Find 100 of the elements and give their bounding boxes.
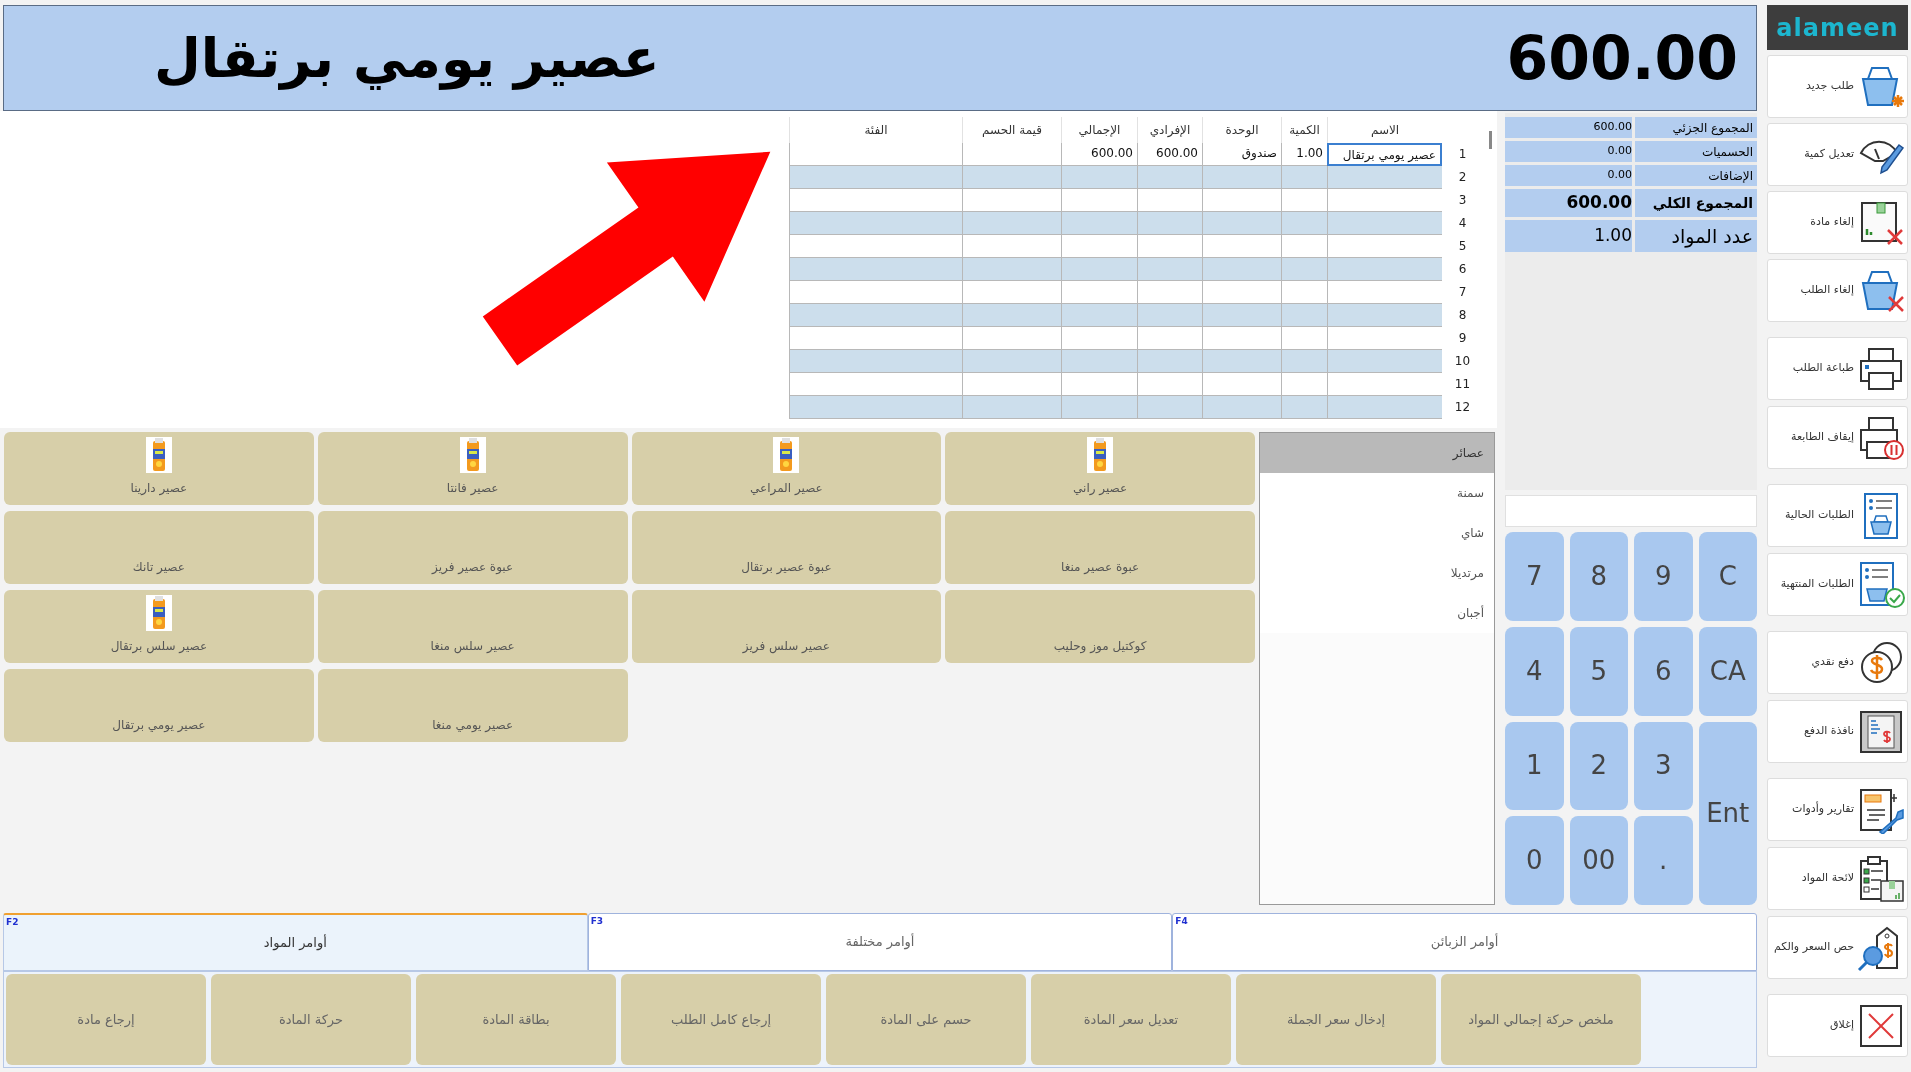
keypad-key[interactable]: 5 <box>1569 626 1628 716</box>
row-number: 12 <box>1453 399 1472 416</box>
keypad-key[interactable]: 00 <box>1569 816 1628 905</box>
sidebar-button[interactable]: إغلاق <box>1767 994 1908 1057</box>
row-number: 2 <box>1457 169 1468 186</box>
product-button[interactable]: عصير سلس برتقال <box>4 590 314 663</box>
product-button[interactable]: عبوة عصير منغا <box>945 511 1255 584</box>
sidebar-button[interactable]: دفع نقدي <box>1767 631 1908 694</box>
category-item[interactable]: أجبان <box>1260 593 1494 633</box>
table-cell <box>1137 373 1202 396</box>
table-cell <box>1281 166 1327 189</box>
product-button[interactable]: كوكتيل موز وحليب <box>945 590 1255 663</box>
sidebar-button[interactable]: طباعة الطلب <box>1767 337 1908 400</box>
keypad-key[interactable]: C <box>1698 532 1757 621</box>
row-number: 8 <box>1457 307 1468 324</box>
row-number: 6 <box>1457 261 1468 278</box>
command-button[interactable]: إرجاع كامل الطلب <box>621 974 821 1065</box>
table-cell: عصير يومي برتقال <box>1327 143 1442 166</box>
table-cell <box>1137 189 1202 212</box>
keypad-key[interactable]: 3 <box>1634 721 1693 811</box>
keypad-key[interactable]: CA <box>1698 626 1757 716</box>
checklist-icon <box>1857 854 1905 903</box>
command-button[interactable]: ملخص حركة إجمالي المواد <box>1441 974 1641 1065</box>
category-item[interactable]: مرتديلا <box>1260 553 1494 593</box>
keypad-key[interactable]: 2 <box>1569 721 1628 811</box>
command-button[interactable]: حسم على المادة <box>826 974 1026 1065</box>
shortcut-key: F3 <box>590 915 604 929</box>
summary-label: عدد المواد <box>1635 220 1757 252</box>
item-name: عصير يومي برتقال <box>154 25 660 92</box>
product-button[interactable]: عصير سلس منغا <box>317 590 628 663</box>
product-button[interactable]: عصير دارينا <box>4 432 314 505</box>
summary-value: 0.00 <box>1505 141 1632 162</box>
category-item[interactable]: شاي <box>1260 513 1494 553</box>
summary-value: 600.00 <box>1505 117 1632 138</box>
row-number: 3 <box>1457 192 1468 209</box>
sidebar-button[interactable]: طلب جديد <box>1767 55 1908 118</box>
shortcut-key: F2 <box>6 916 19 930</box>
product-button[interactable]: عصير يومي برتقال <box>4 669 314 742</box>
product-button[interactable]: عصير فانتا <box>317 432 628 505</box>
command-button[interactable]: تعديل سعر المادة <box>1031 974 1231 1065</box>
command-button[interactable]: بطاقة المادة <box>416 974 616 1065</box>
command-button[interactable]: إدخال سعر الجملة <box>1236 974 1436 1065</box>
table-cell <box>1137 258 1202 281</box>
sidebar-button[interactable]: إيقاف الطابعة <box>1767 406 1908 469</box>
product-button[interactable]: عصير المراعي <box>631 432 942 505</box>
table-cell <box>1281 350 1327 373</box>
table-cell: 600.00 <box>1137 143 1202 166</box>
row-number: 10 <box>1453 353 1472 370</box>
category-item[interactable]: عصائر <box>1260 433 1494 473</box>
product-button[interactable]: عصير يومي منغا <box>317 669 628 742</box>
keypad-key[interactable]: 9 <box>1634 532 1693 621</box>
table-cell <box>1137 235 1202 258</box>
command-button[interactable]: حركة المادة <box>211 974 411 1065</box>
summary-label: المجموع الكلي <box>1635 189 1757 217</box>
sidebar-button[interactable]: إلغاء مادة <box>1767 191 1908 254</box>
sidebar-button[interactable]: تعديل كمية <box>1767 123 1908 186</box>
sidebar-button[interactable]: إلغاء الطلب <box>1767 259 1908 322</box>
table-cell <box>1281 212 1327 235</box>
row-number: 11 <box>1453 376 1472 393</box>
row-number: 1 <box>1457 146 1468 163</box>
table-cell <box>1281 235 1327 258</box>
sidebar-button[interactable]: تقارير وأدوات <box>1767 778 1908 841</box>
keypad-key[interactable]: 0 <box>1505 816 1564 905</box>
table-cell <box>1137 304 1202 327</box>
table-cell <box>1281 304 1327 327</box>
list-check-icon <box>1857 560 1905 609</box>
sidebar-button[interactable]: لائحة المواد <box>1767 847 1908 910</box>
sidebar-button[interactable]: نافذة الدفع <box>1767 700 1908 763</box>
keypad-key[interactable]: 6 <box>1634 626 1693 716</box>
table-cell: صندوق <box>1202 143 1281 166</box>
summary-label: الإضافات <box>1635 165 1757 186</box>
table-cell <box>1137 327 1202 350</box>
keypad-key[interactable]: 7 <box>1505 532 1564 621</box>
category-item[interactable]: سمنة <box>1260 473 1494 513</box>
product-button[interactable]: عصير راني <box>945 432 1255 505</box>
command-button[interactable]: إرجاع مادة <box>6 974 206 1065</box>
keypad-key[interactable]: 8 <box>1569 532 1628 621</box>
product-button[interactable]: عصير سلس فريز <box>631 590 942 663</box>
row-number: 5 <box>1457 238 1468 255</box>
product-button[interactable]: عصير تانك <box>4 511 314 584</box>
product-button[interactable]: عبوة عصير برتقال <box>631 511 942 584</box>
sidebar-button[interactable]: الطلبات الحالية <box>1767 484 1908 547</box>
keypad-key[interactable]: 4 <box>1505 626 1564 716</box>
table-cell <box>1137 212 1202 235</box>
order-total: 600.00 <box>1506 22 1738 95</box>
keypad-key[interactable]: Ent <box>1698 721 1757 905</box>
table-cell <box>1281 327 1327 350</box>
product-button[interactable]: عبوة عصير فريز <box>317 511 628 584</box>
row-number: 7 <box>1457 284 1468 301</box>
summary-label: الحسميات <box>1635 141 1757 162</box>
keypad-key[interactable]: 1 <box>1505 721 1564 811</box>
keypad-key[interactable]: . <box>1634 816 1693 905</box>
sidebar-button[interactable]: حص السعر والكم <box>1767 916 1908 979</box>
scrollbar[interactable] <box>1488 131 1492 149</box>
table-cell <box>1137 350 1202 373</box>
sidebar-button[interactable]: الطلبات المنتهية <box>1767 553 1908 616</box>
table-cell: 1.00 <box>1281 143 1327 166</box>
table-cell <box>1281 396 1327 419</box>
amount-field[interactable] <box>1505 495 1757 527</box>
table-cell <box>1281 281 1327 304</box>
